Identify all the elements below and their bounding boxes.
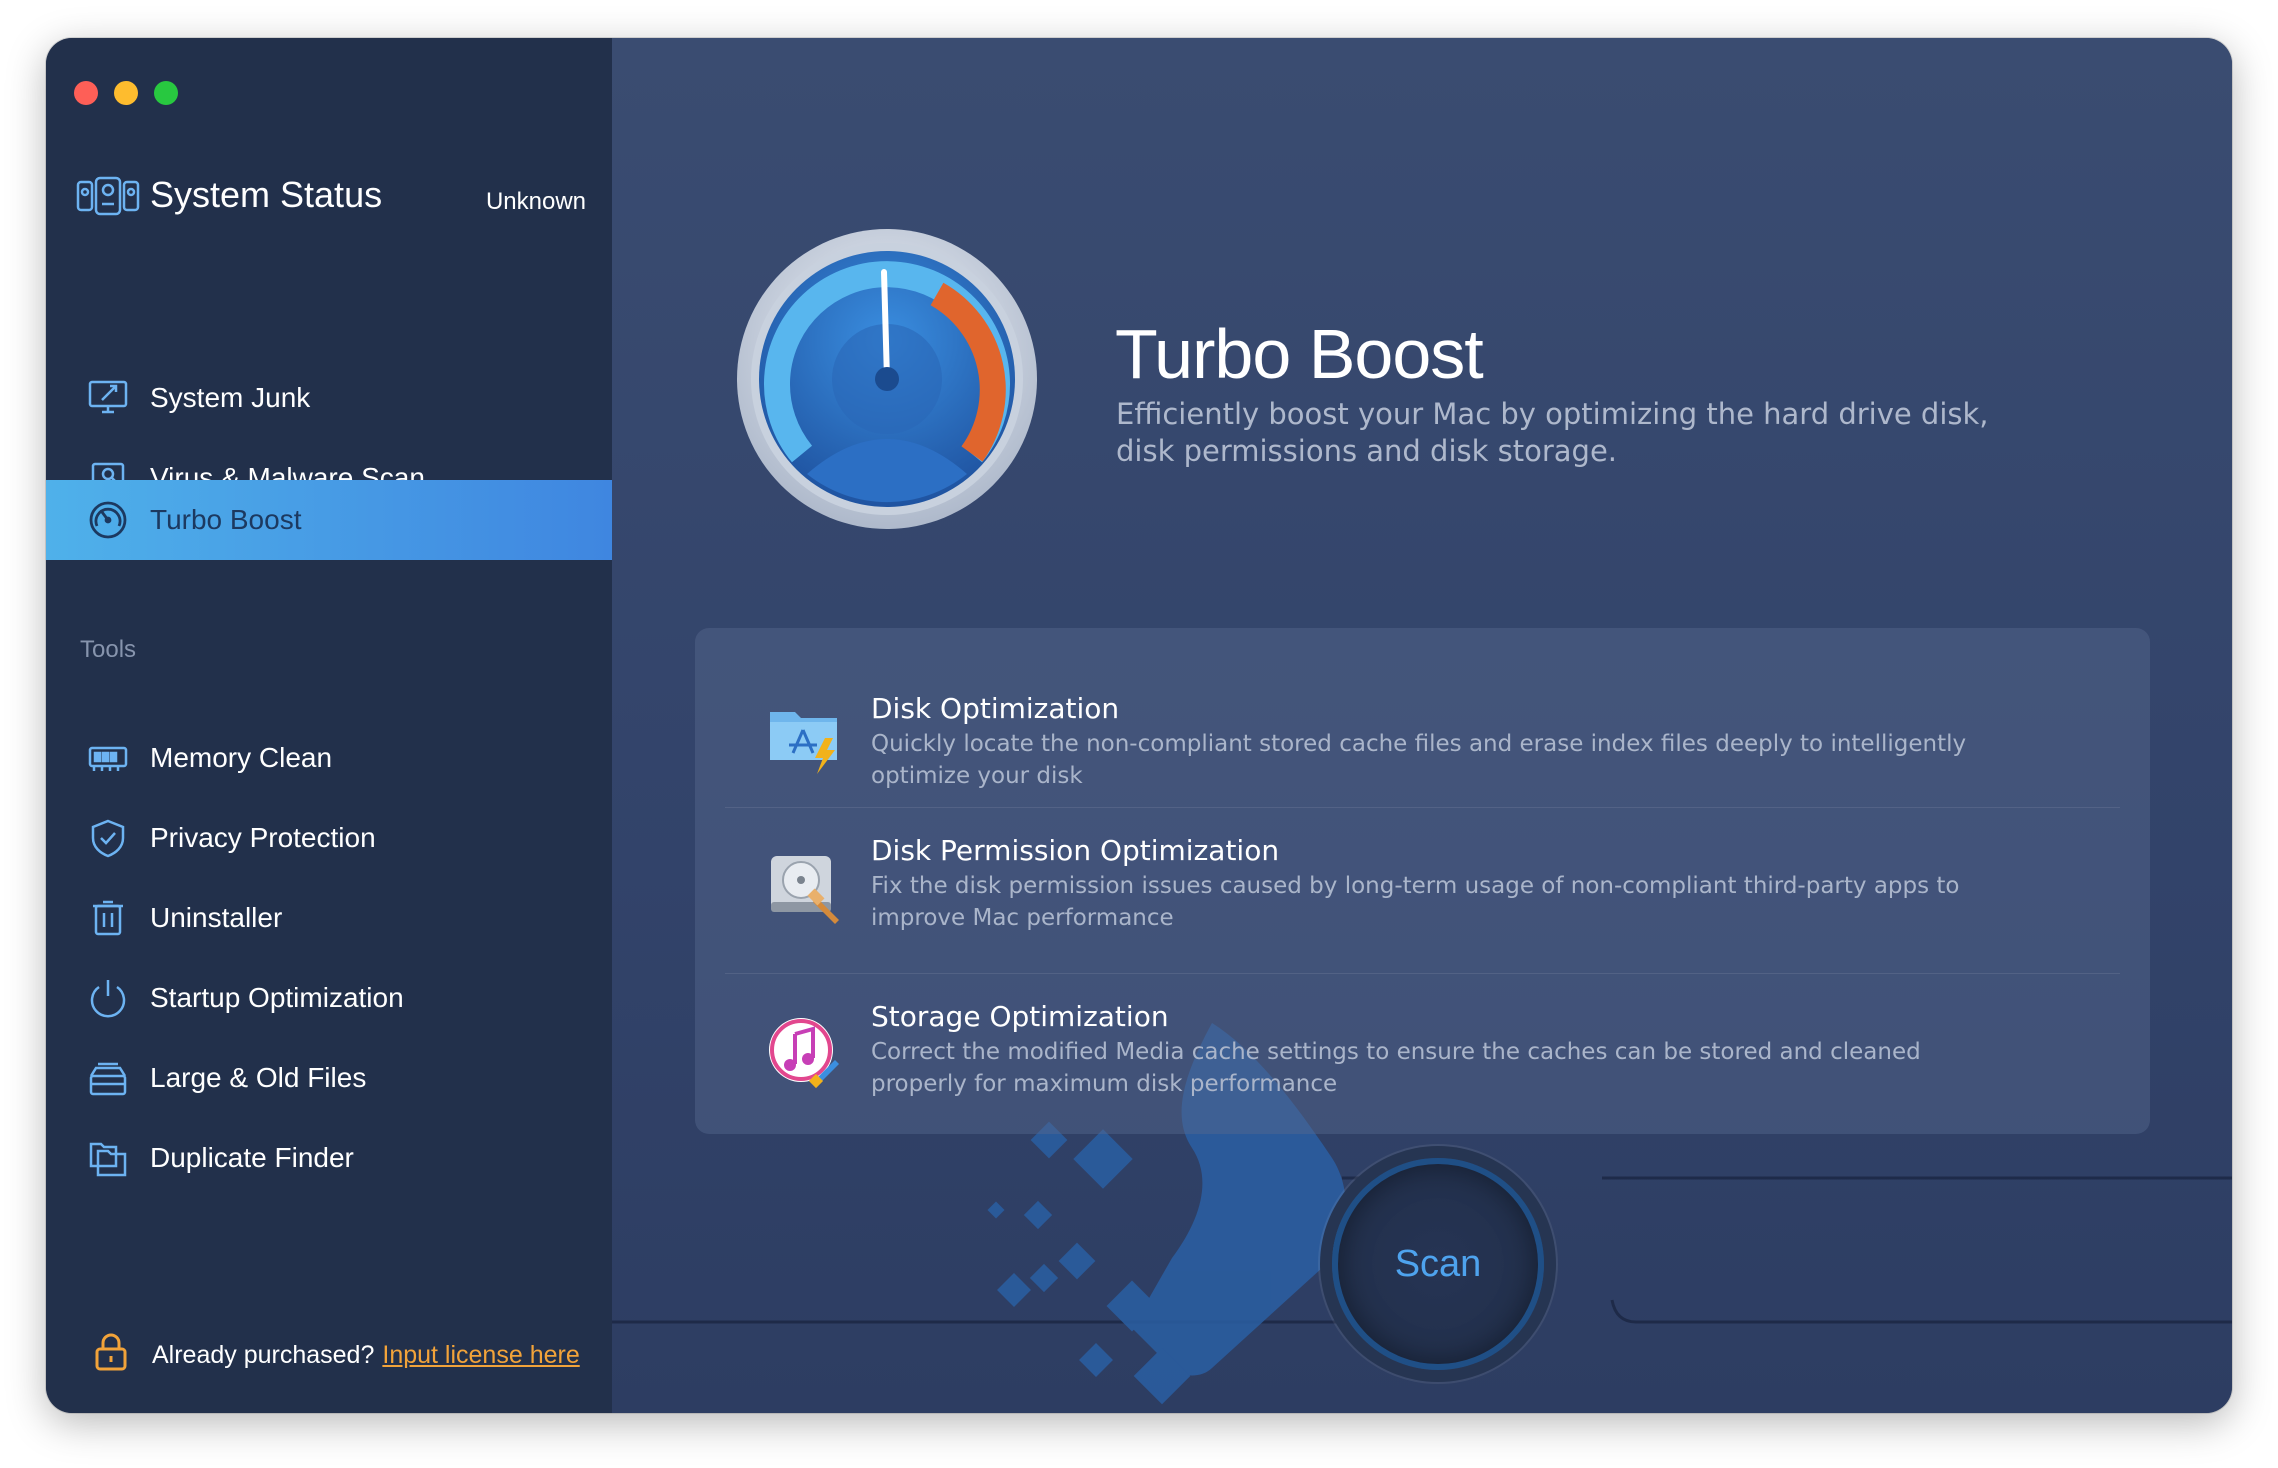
feature-description: Correct the modified Media cache setting… (871, 1039, 1921, 1097)
system-status-value: Unknown (485, 188, 586, 215)
sidebar-item-memory-clean[interactable]: Memory Clean (46, 718, 612, 798)
sidebar-item-uninstaller[interactable]: Uninstaller (46, 878, 612, 958)
sidebar-item-startup-optimization[interactable]: Startup Optimization (46, 958, 612, 1038)
power-icon (88, 978, 128, 1018)
app-window: System Status Unknown System Junk Virus … (46, 38, 2232, 1413)
system-status[interactable]: System Status Unknown (76, 168, 586, 228)
page-title: Turbo Boost (1115, 315, 1484, 393)
trash-icon (88, 898, 128, 938)
sidebar-item-label: Large & Old Files (150, 1062, 367, 1093)
monitor-broom-icon (88, 378, 128, 418)
app-folder-icon (765, 698, 845, 778)
music-icon (765, 1014, 845, 1094)
license-prompt: Already purchased? (152, 1341, 375, 1369)
sidebar-item-label: Startup Optimization (150, 982, 404, 1013)
minimize-button[interactable] (114, 81, 138, 105)
feature-title: Disk Optimization (871, 692, 1120, 725)
page-description: Efficiently boost your Mac by optimizing… (1116, 397, 1989, 468)
feature-title: Disk Permission Optimization (871, 834, 1280, 867)
lock-icon (94, 1332, 128, 1379)
sidebar: System Status Unknown System Junk Virus … (46, 38, 612, 1413)
feature-list: Disk Optimization Quickly locate the non… (695, 628, 2150, 1134)
sidebar-item-label: System Junk (150, 382, 311, 413)
sidebar-item-label: Uninstaller (150, 902, 283, 933)
tools-heading: Tools (80, 636, 137, 663)
sidebar-item-duplicate-finder[interactable]: Duplicate Finder (46, 1118, 612, 1198)
sidebar-item-label: Duplicate Finder (150, 1142, 354, 1173)
sidebar-item-system-junk[interactable]: System Junk (46, 358, 612, 438)
system-status-icon (76, 176, 140, 221)
divider (725, 807, 2120, 808)
memory-chip-icon (88, 738, 128, 778)
feature-description: Quickly locate the non-compliant stored … (871, 731, 1967, 789)
hard-drive-icon (765, 848, 845, 928)
main-panel: Turbo Boost Efficiently boost your Mac b… (612, 38, 2232, 1413)
sidebar-item-privacy-protection[interactable]: Privacy Protection (46, 798, 612, 878)
sidebar-item-large-old-files[interactable]: Large & Old Files (46, 1038, 612, 1118)
close-button[interactable] (74, 81, 98, 105)
shield-check-icon (88, 818, 128, 858)
feature-title: Storage Optimization (871, 1000, 1169, 1033)
file-drawer-icon (88, 1058, 128, 1098)
input-license-link[interactable]: Input license here (382, 1341, 579, 1370)
speedometer-icon (737, 229, 1037, 529)
divider (725, 973, 2120, 974)
duplicate-folder-icon (88, 1138, 128, 1178)
feature-disk-optimization: Disk Optimization Quickly locate the non… (725, 688, 2120, 808)
sidebar-item-turbo-boost[interactable]: Turbo Boost (46, 480, 612, 560)
window-controls (74, 81, 178, 105)
feature-disk-permission-optimization: Disk Permission Optimization Fix the dis… (725, 834, 2120, 964)
sidebar-item-label: Memory Clean (150, 742, 333, 773)
system-status-title: System Status (150, 174, 383, 215)
feature-description: Fix the disk permission issues caused by… (871, 873, 1960, 931)
speedometer-icon (88, 500, 128, 540)
feature-storage-optimization: Storage Optimization Correct the modifie… (725, 1000, 2120, 1120)
scan-button[interactable]: Scan (1332, 1158, 1544, 1370)
zoom-button[interactable] (154, 81, 178, 105)
license-footer: Already purchased? Input license here (94, 1332, 580, 1379)
sidebar-item-label: Privacy Protection (150, 822, 376, 853)
sidebar-item-label: Turbo Boost (150, 504, 302, 535)
